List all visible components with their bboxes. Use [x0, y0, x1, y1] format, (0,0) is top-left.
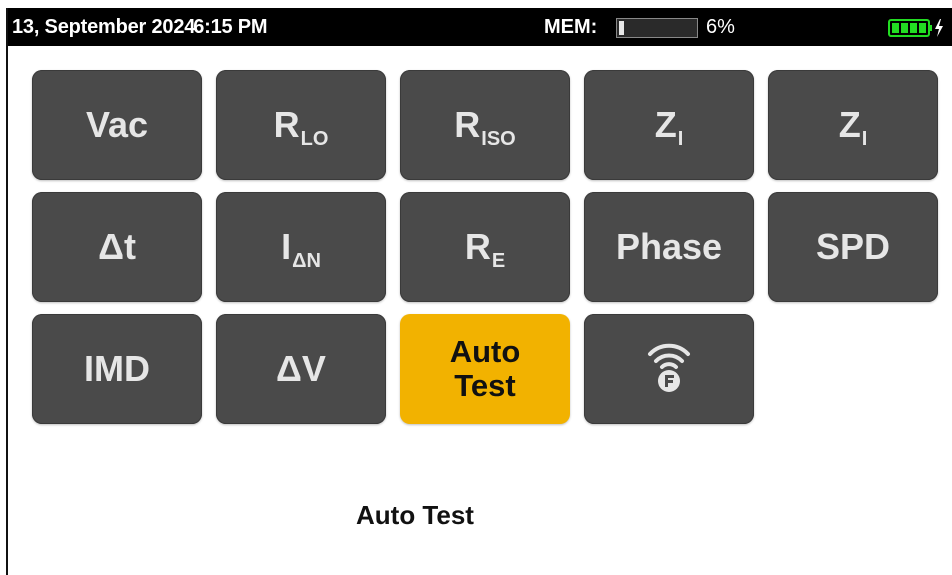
tile-delta-v[interactable]: ΔV: [216, 314, 386, 424]
tile-subscript: I: [677, 128, 684, 150]
memory-value: 6%: [706, 16, 735, 38]
memory-label: MEM:: [544, 16, 598, 38]
status-bar: 13, September 20246:15 PM MEM: 6%: [8, 8, 952, 46]
tile-subscript: E: [491, 250, 506, 272]
tile-wireless[interactable]: [584, 314, 754, 424]
tile-auto-test[interactable]: Auto Test: [400, 314, 570, 424]
tile-zi-2[interactable]: ZI: [768, 70, 938, 180]
tile-label: ΔV: [276, 348, 326, 389]
tile-subscript: LO: [300, 128, 329, 150]
tile-label-group: I ΔN: [281, 226, 321, 272]
tile-phase[interactable]: Phase: [584, 192, 754, 302]
tile-label-group: ΔV: [276, 351, 326, 387]
wireless-f-icon: [646, 336, 692, 403]
tile-label-group: R LO: [273, 104, 329, 150]
tile-label: IMD: [84, 348, 150, 389]
screen: 13, September 20246:15 PM MEM: 6% Vac R LO…: [6, 8, 952, 575]
tile-i-delta-n[interactable]: I ΔN: [216, 192, 386, 302]
tile-zi-1[interactable]: ZI: [584, 70, 754, 180]
date-time: 13, September 20246:15 PM: [12, 16, 268, 39]
tile-label-group: ZI: [654, 104, 684, 150]
tile-rlo[interactable]: R LO: [216, 70, 386, 180]
selected-function-caption: Auto Test: [356, 500, 474, 530]
tile-label: I: [281, 226, 292, 267]
tile-label: Z: [654, 104, 677, 145]
tile-riso[interactable]: R ISO: [400, 70, 570, 180]
tile-re[interactable]: RE: [400, 192, 570, 302]
tile-label-group: ZI: [838, 104, 868, 150]
tile-label: Δt: [98, 226, 136, 267]
tile-label: Vac: [85, 104, 149, 145]
memory-bar: [616, 18, 698, 38]
tile-label-group: IMD: [84, 351, 150, 387]
time-label: 6:15 PM: [193, 16, 268, 38]
tile-label: R: [464, 226, 491, 267]
tile-label: R: [273, 104, 300, 145]
tile-label: R: [454, 104, 481, 145]
tile-label-group: R ISO: [454, 104, 515, 150]
tile-label: Phase: [615, 226, 723, 267]
tile-subscript: ISO: [481, 128, 516, 150]
tile-label-group: SPD: [816, 229, 890, 265]
tile-label: Auto Test: [449, 333, 521, 403]
date-label: 13, September 2024: [12, 16, 196, 38]
tile-subscript: ΔN: [292, 250, 321, 272]
tile-imd[interactable]: IMD: [32, 314, 202, 424]
battery-charging-icon: [888, 18, 944, 38]
tile-delta-t[interactable]: Δt: [32, 192, 202, 302]
tile-subscript: I: [861, 128, 868, 150]
tile-label: Z: [838, 104, 861, 145]
memory-bar-fill: [619, 21, 624, 35]
tile-label: SPD: [815, 226, 891, 267]
tile-label-group: Vac: [86, 107, 148, 143]
tile-label-group: Phase: [616, 229, 722, 265]
tile-label-group: RE: [464, 226, 505, 272]
tile-spd[interactable]: SPD: [768, 192, 938, 302]
tile-label-group: Δt: [98, 229, 136, 265]
tile-vac[interactable]: Vac: [32, 70, 202, 180]
